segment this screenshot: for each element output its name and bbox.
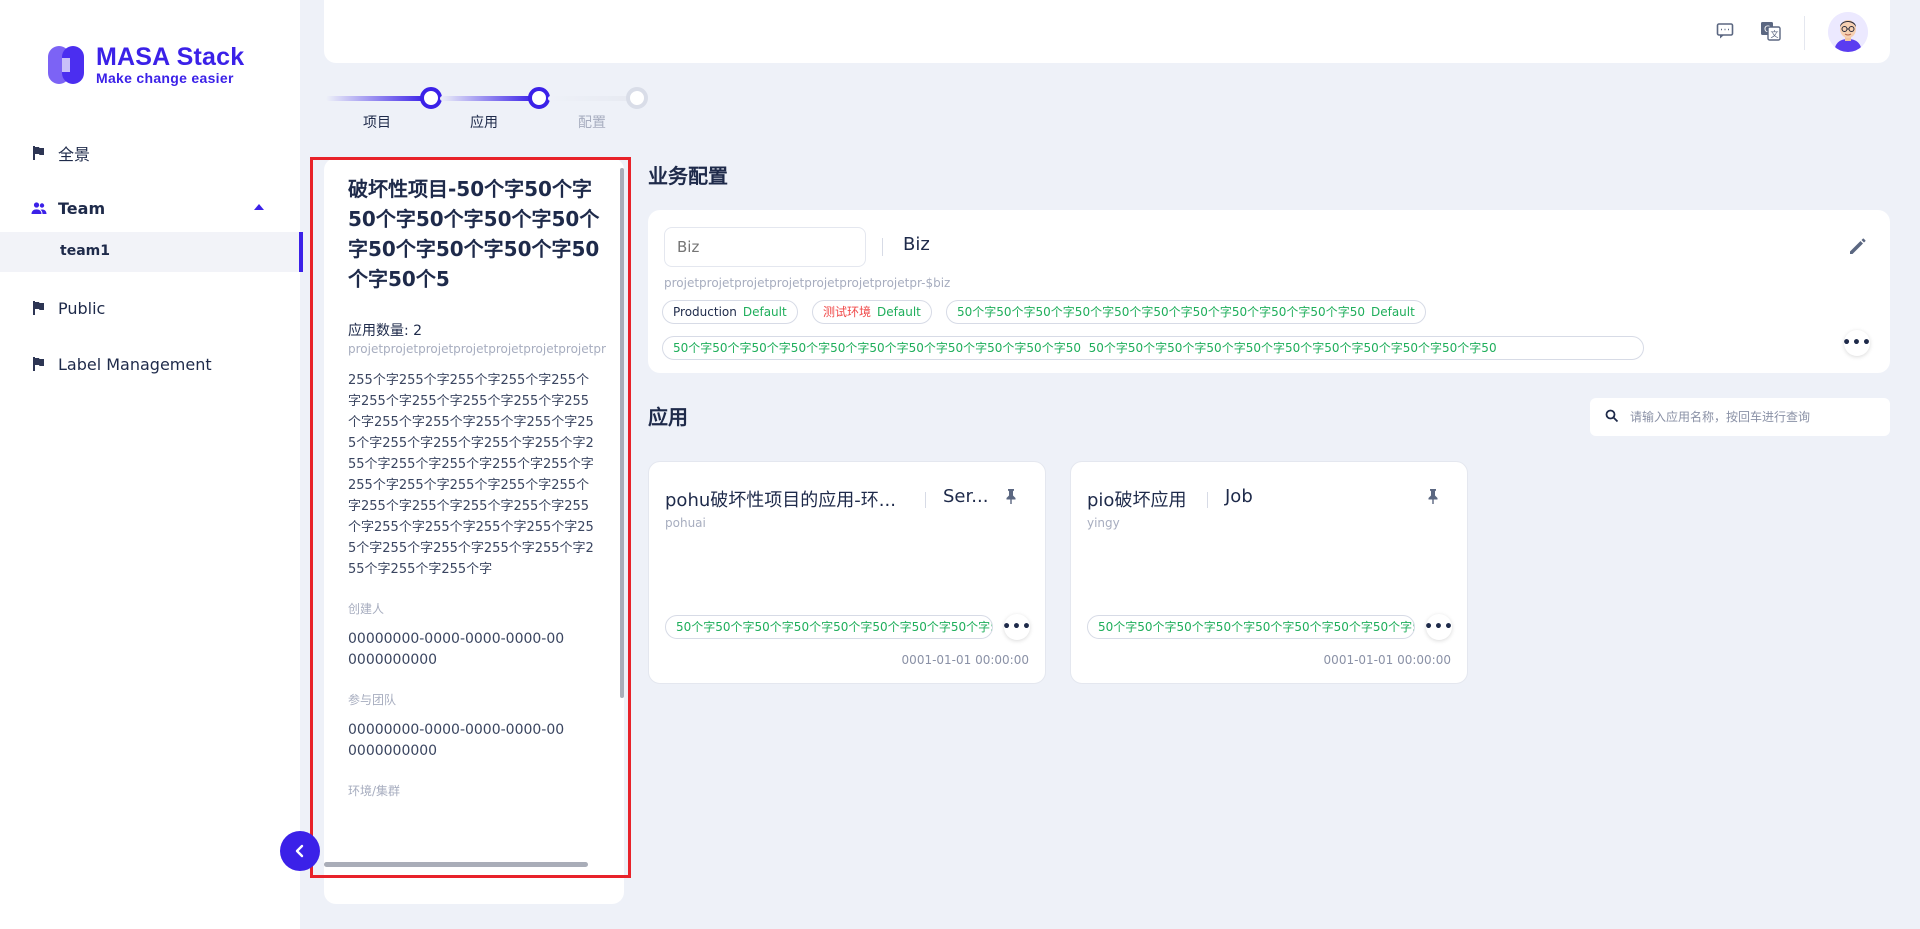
step-progress-line (548, 96, 638, 101)
default-tag: Default (877, 305, 921, 319)
project-title: 破坏性项目-50个字50个字50个字50个字50个字50个字50个字50个字50… (348, 177, 600, 291)
biz-identity: projetprojetprojetprojetprojetprojetproj… (664, 276, 951, 290)
translate-icon[interactable]: G文 (1760, 20, 1782, 42)
more-icon[interactable]: ••• (1002, 614, 1031, 640)
project-identity: projetprojetprojetprojetprojetprojetproj… (348, 342, 606, 356)
flag-icon (33, 301, 44, 315)
env-cluster-label: 环境/集群 (348, 784, 401, 798)
step-dot-project[interactable] (420, 87, 442, 109)
app-name: pio破坏应用 (1087, 490, 1187, 511)
collapse-sidebar-button[interactable] (280, 831, 320, 871)
app-count: 应用数量: 2 (348, 323, 423, 339)
sidebar-item-label: 全景 (58, 145, 91, 164)
step-progress-line (326, 96, 426, 101)
env-chip-production[interactable]: Production Default (662, 300, 798, 324)
more-icon[interactable]: ••• (1842, 330, 1871, 356)
sidebar-item-label: Label Management (58, 354, 212, 374)
step-label-config: 配置 (578, 115, 606, 131)
sidebar-item-label: Public (58, 298, 106, 318)
step-label-app: 应用 (470, 115, 498, 131)
step-progress-line (440, 96, 534, 101)
project-description: 255个字255个字255个字255个字255个字255个字255个字255个字… (348, 373, 594, 577)
team-value: 00000000-0000-0000-0000-000000000000 (348, 722, 565, 759)
stepper: 项目 应用 配置 (324, 82, 664, 132)
app-type: Job (1225, 486, 1253, 507)
env-chip-test[interactable]: 测试环境 Default (812, 300, 932, 324)
biz-name-input[interactable] (664, 227, 866, 267)
more-icon[interactable]: ••• (1424, 614, 1453, 640)
app-type: Ser... (943, 486, 989, 507)
apps-section-title: 应用 (648, 405, 688, 429)
env-name: Production (673, 305, 737, 319)
flag-icon (33, 357, 44, 371)
people-icon (31, 202, 47, 214)
chip-text: 50个字50个字50个字50个字50个字50个字50个字50个字50个字50个字… (1088, 341, 1497, 355)
chevron-up-icon[interactable] (254, 204, 264, 210)
divider (925, 492, 926, 508)
sidebar-item-overview[interactable]: 全景 (0, 135, 300, 171)
app-modified-time: 0001-01-01 00:00:00 (1323, 653, 1451, 667)
pin-icon[interactable] (1001, 486, 1021, 506)
logo-title: MASA Stack (96, 43, 245, 71)
default-tag: Default (742, 305, 787, 319)
sidebar: MASA Stack Make change easier 全景 Team te… (0, 0, 303, 929)
pin-icon[interactable] (1423, 486, 1443, 506)
app-identity: pohuai (665, 516, 706, 530)
step-dot-app[interactable] (528, 87, 550, 109)
divider (1207, 492, 1208, 508)
creator-value: 00000000-0000-0000-0000-000000000000 (348, 631, 565, 668)
default-tag: Default (1370, 305, 1415, 319)
divider (882, 238, 883, 256)
svg-text:文: 文 (1771, 29, 1779, 39)
env-chip-long[interactable]: 50个字50个字50个字50个字50个字50个字50个字50个字50个字50个字… (946, 300, 1426, 324)
sidebar-item-team1[interactable]: team1 (0, 232, 303, 272)
vertical-scrollbar[interactable] (620, 168, 624, 698)
sidebar-item-label: Team (58, 198, 106, 218)
env-name: 50个字50个字50个字50个字50个字50个字50个字50个字50个字50个字… (957, 305, 1365, 319)
env-chip-row2[interactable]: 50个字50个字50个字50个字50个字50个字50个字50个字50个字50个字… (662, 336, 1644, 360)
logo-subtitle: Make change easier (96, 70, 234, 86)
divider (1804, 16, 1805, 50)
search-icon (1605, 409, 1619, 423)
app-card[interactable]: pohu破坏性项目的应用-环... Ser... pohuai 50个字50个字… (648, 461, 1046, 684)
edit-icon[interactable] (1846, 234, 1870, 258)
sidebar-item-team[interactable]: Team (0, 190, 300, 226)
chip-text: 50个字50个字50个字50个字50个字50个字50个字50个字50个字50个字… (673, 341, 1081, 355)
chevron-left-icon (295, 844, 304, 858)
project-detail-panel: 破坏性项目-50个字50个字50个字50个字50个字50个字50个字50个字50… (324, 158, 624, 904)
team-label: 参与团队 (348, 693, 397, 707)
biz-name: Biz (903, 234, 930, 255)
app-identity: yingy (1087, 516, 1120, 530)
chat-icon[interactable] (1714, 20, 1736, 42)
sidebar-item-label-management[interactable]: Label Management (0, 346, 300, 382)
avatar[interactable] (1828, 12, 1868, 52)
env-name: 测试环境 (823, 305, 872, 319)
app-search-box (1590, 398, 1890, 436)
logo-mark-icon (46, 44, 88, 86)
creator-label: 创建人 (348, 602, 385, 616)
app-modified-time: 0001-01-01 00:00:00 (901, 653, 1029, 667)
biz-section-title: 业务配置 (648, 164, 728, 188)
sidebar-item-label: team1 (60, 243, 110, 259)
top-bar: G文 (324, 0, 1890, 63)
sidebar-item-public[interactable]: Public (0, 290, 300, 326)
logo[interactable]: MASA Stack Make change easier (46, 44, 244, 86)
app-search-input[interactable] (1630, 406, 1880, 428)
step-dot-config[interactable] (626, 87, 648, 109)
app-card[interactable]: pio破坏应用 Job yingy 50个字50个字50个字50个字50个字50… (1070, 461, 1468, 684)
flag-icon (33, 146, 44, 160)
horizontal-scrollbar[interactable] (324, 862, 588, 867)
biz-card: Biz projetprojetprojetprojetprojetprojet… (648, 210, 1890, 373)
env-chip[interactable]: 50个字50个字50个字50个字50个字50个字50个字50个字50个字50 (665, 615, 993, 639)
env-chip[interactable]: 50个字50个字50个字50个字50个字50个字50个字50个字50个字50 (1087, 615, 1415, 639)
step-label-project: 项目 (363, 115, 391, 131)
app-name: pohu破坏性项目的应用-环... (665, 490, 896, 511)
